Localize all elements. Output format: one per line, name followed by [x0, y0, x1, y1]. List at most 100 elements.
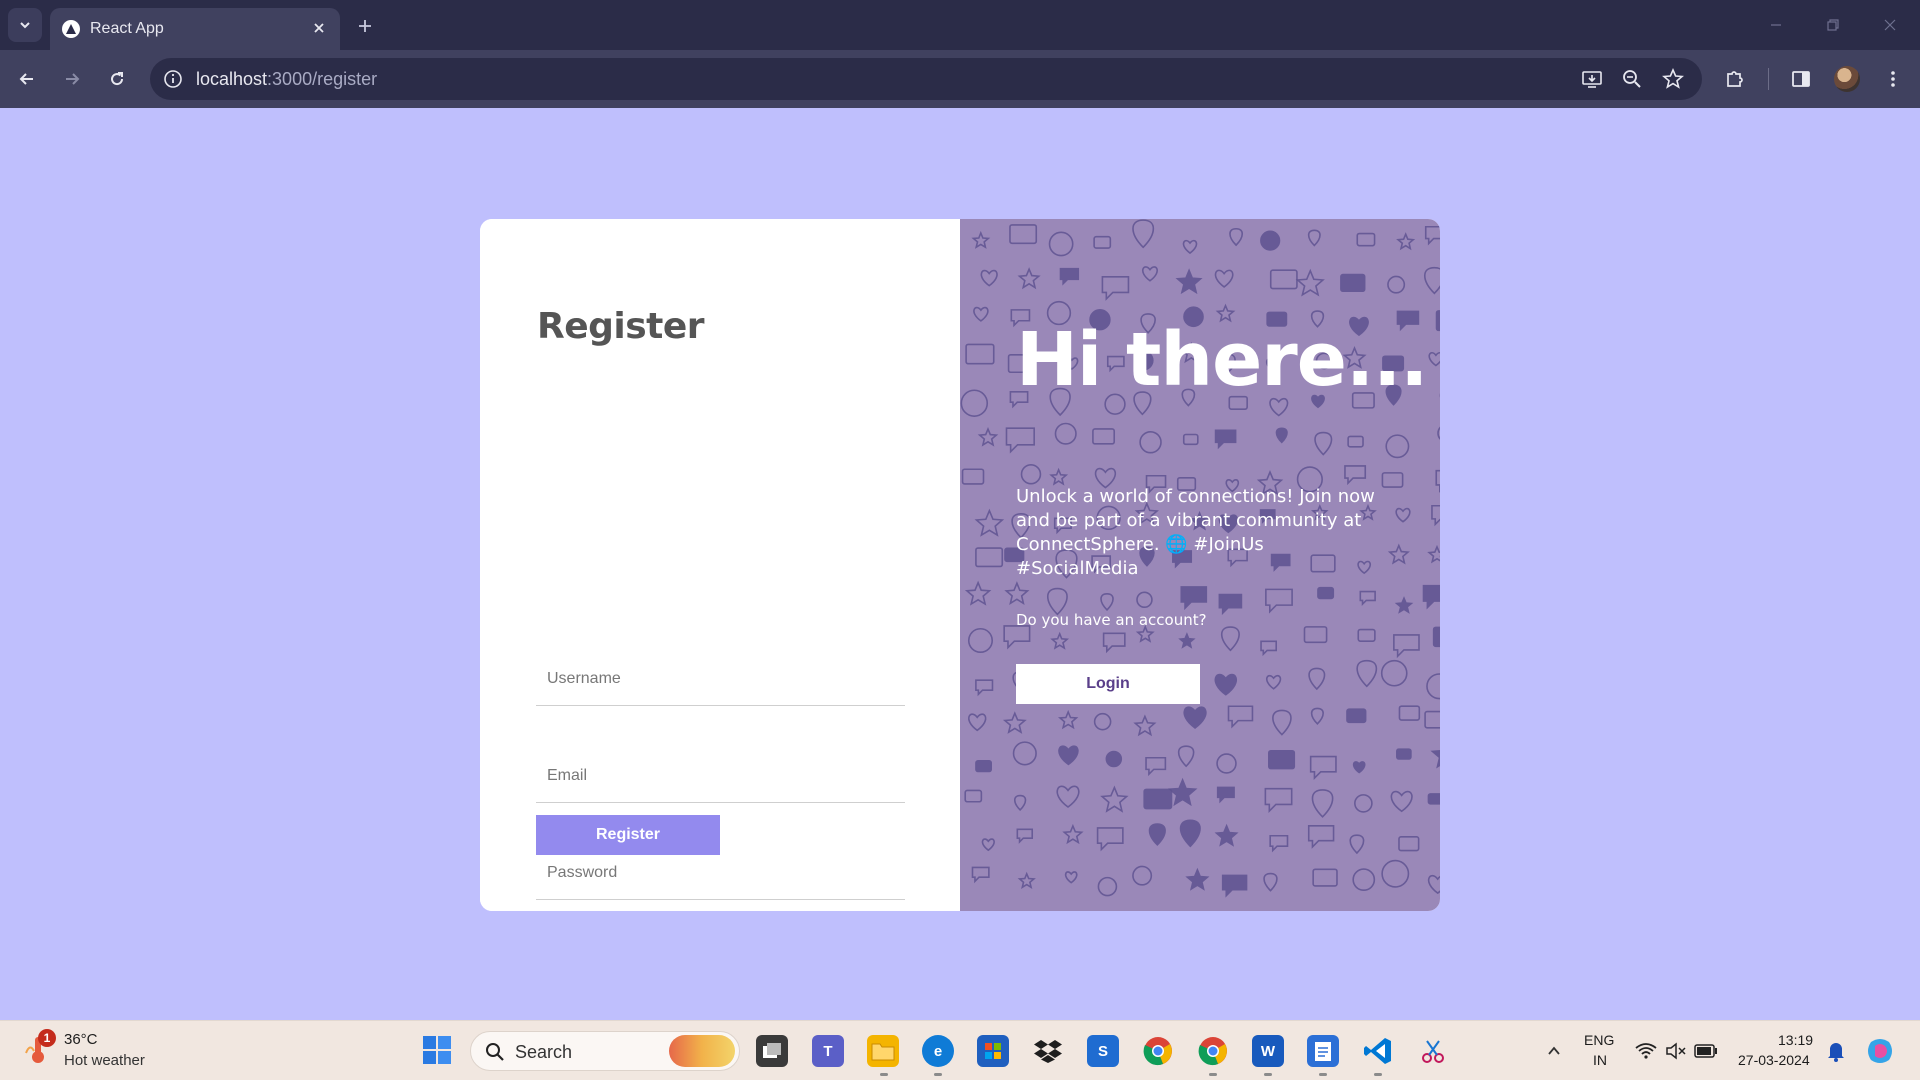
dropbox-icon[interactable] [1032, 1035, 1064, 1067]
minimize-button[interactable] [1756, 10, 1796, 40]
microsoft-store-icon[interactable] [977, 1035, 1009, 1067]
clock-time[interactable]: 13:19 [1778, 1032, 1813, 1048]
doodle-shape [1352, 868, 1376, 892]
zoom-button[interactable] [1620, 67, 1644, 91]
sublime-like-app-icon[interactable]: S [1087, 1035, 1119, 1067]
doodle-shape [1310, 707, 1324, 725]
vscode-glyph-icon [1364, 1038, 1391, 1064]
doodle-shape [1346, 708, 1367, 724]
windows-start-icon[interactable] [422, 1035, 452, 1065]
battery-glyph-icon [1694, 1044, 1717, 1058]
doodle-shape [1387, 275, 1406, 294]
install-app-button[interactable] [1580, 67, 1604, 91]
star-icon [1662, 68, 1684, 89]
task-view-icon[interactable] [756, 1035, 788, 1067]
email-field[interactable] [536, 749, 905, 803]
copilot-icon[interactable] [1864, 1035, 1896, 1067]
wifi-icon[interactable] [1630, 1035, 1662, 1067]
close-icon [314, 23, 324, 33]
new-tab-button[interactable] [350, 12, 380, 40]
username-input[interactable] [536, 652, 905, 705]
volume-muted-icon[interactable] [1660, 1035, 1692, 1067]
welcome-panel: Hi there... Unlock a world of connection… [960, 219, 1440, 911]
weather-description[interactable]: Hot weather [64, 1052, 145, 1069]
teams-icon[interactable]: T [812, 1035, 844, 1067]
doodle-shape [1148, 823, 1166, 846]
chrome-icon[interactable] [1142, 1035, 1174, 1067]
login-button[interactable]: Login [1016, 664, 1200, 704]
doodle-shape [971, 230, 991, 249]
window-close-button[interactable] [1870, 10, 1910, 40]
bookmark-button[interactable] [1661, 67, 1685, 91]
store-bag-icon [985, 1043, 1001, 1059]
username-field[interactable] [536, 652, 905, 706]
extensions-button[interactable] [1720, 64, 1750, 94]
doodle-shape [1229, 227, 1244, 247]
doodle-shape [1135, 624, 1155, 643]
doodle-shape [1221, 874, 1248, 898]
taskbar-search-box[interactable]: Search [470, 1031, 740, 1071]
doodle-shape [1352, 761, 1366, 774]
doodle-shape [1398, 705, 1421, 721]
forward-button[interactable] [55, 62, 89, 96]
email-input[interactable] [536, 749, 905, 802]
doodle-shape [967, 627, 994, 654]
word-icon[interactable]: W [1252, 1035, 1284, 1067]
edge-icon[interactable]: e [922, 1035, 954, 1067]
show-hidden-icons-button[interactable] [1538, 1035, 1570, 1067]
doodle-shape [1017, 871, 1036, 889]
doodle-shape [974, 508, 1005, 537]
doodle-shape [1216, 786, 1235, 804]
doodle-shape [1175, 268, 1203, 295]
zoom-icon [1623, 70, 1641, 88]
url-text[interactable]: localhost:3000/register [196, 69, 377, 90]
doodle-shape [1272, 709, 1292, 736]
restore-button[interactable] [1813, 10, 1853, 40]
restore-icon [1827, 19, 1839, 31]
file-explorer-icon[interactable] [867, 1035, 899, 1067]
doodle-shape [1266, 674, 1282, 690]
browser-menu-button[interactable] [1878, 64, 1908, 94]
register-button[interactable]: Register [536, 815, 720, 855]
language-code[interactable]: ENG [1584, 1032, 1614, 1048]
doodle-shape [1016, 828, 1034, 844]
tab-close-button[interactable] [308, 17, 330, 39]
doodle-shape [1058, 709, 1079, 730]
address-bar[interactable]: localhost:3000/register [150, 58, 1702, 100]
doodle-shape [1435, 310, 1440, 332]
reload-button[interactable] [100, 62, 134, 96]
close-icon [1884, 19, 1896, 31]
back-button[interactable] [10, 62, 44, 96]
folder-icon [871, 1043, 895, 1061]
doodle-shape [1424, 225, 1440, 246]
doodle-shape [1380, 659, 1408, 687]
tab-search-button[interactable] [8, 8, 42, 42]
chrome-profile-icon[interactable] [1197, 1035, 1229, 1067]
doodle-shape [1395, 507, 1411, 523]
doodle-shape [1356, 659, 1378, 688]
doodle-shape [1142, 266, 1158, 282]
doodle-shape [1143, 788, 1173, 810]
search-highlight-image [669, 1035, 735, 1067]
language-region[interactable]: IN [1593, 1052, 1607, 1068]
weather-temperature[interactable]: 36°C [64, 1031, 98, 1048]
snipping-tool-icon[interactable] [1417, 1035, 1449, 1067]
notifications-icon[interactable] [1820, 1035, 1852, 1067]
notepad-icon[interactable] [1307, 1035, 1339, 1067]
clock-date[interactable]: 27-03-2024 [1738, 1052, 1810, 1068]
doodle-shape [1013, 794, 1027, 812]
side-panel-button[interactable] [1786, 64, 1816, 94]
battery-icon[interactable] [1690, 1035, 1722, 1067]
doodle-shape [1100, 593, 1114, 612]
doodle-shape [1265, 588, 1293, 614]
doodle-shape [1393, 634, 1420, 659]
info-icon[interactable] [162, 68, 184, 90]
vscode-icon[interactable] [1362, 1035, 1394, 1067]
doodle-shape [1056, 785, 1080, 808]
doodle-shape [1381, 472, 1404, 488]
browser-tab-active[interactable]: React App [50, 8, 340, 50]
doodle-shape [964, 580, 992, 606]
doodle-shape [1102, 632, 1126, 654]
profile-avatar[interactable] [1834, 66, 1860, 92]
puzzle-icon [1727, 71, 1743, 87]
